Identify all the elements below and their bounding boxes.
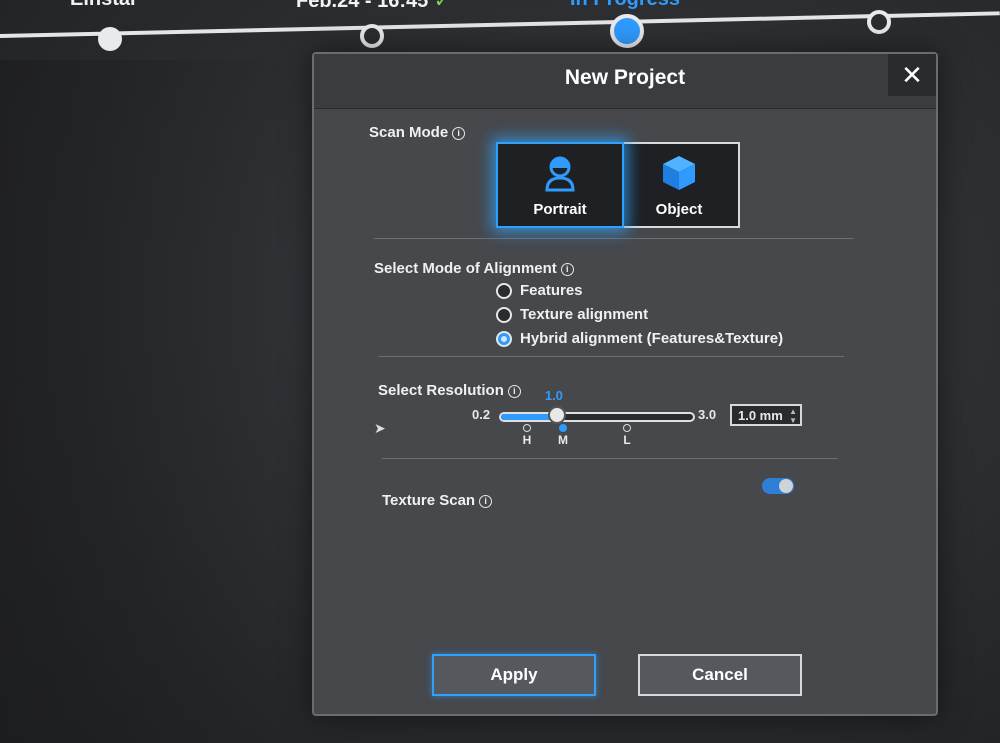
object-label: Object	[655, 201, 703, 218]
toggle-knob	[779, 479, 793, 493]
preset-m[interactable]: M	[556, 424, 570, 447]
slider-min-label: 0.2	[472, 407, 491, 422]
mouse-cursor-icon: ➤	[374, 420, 386, 436]
divider	[378, 356, 844, 357]
progress-steps: Einstar Feb.24 - 16:45 ✓ In Progress	[0, 0, 1000, 60]
radio-button-selected[interactable]	[496, 330, 512, 347]
slider-track[interactable]	[499, 412, 695, 422]
radio-texture-alignment[interactable]: Texture alignment	[496, 306, 648, 323]
slider-thumb[interactable]	[547, 406, 566, 424]
portrait-icon	[543, 154, 577, 196]
texture-scan-toggle[interactable]	[762, 478, 794, 494]
step-dot-4[interactable]	[867, 10, 891, 34]
radio-label: Features	[520, 282, 583, 299]
divider	[374, 238, 854, 239]
preset-h[interactable]: H	[520, 424, 534, 447]
resolution-input[interactable]: 1.0 mm ▲ ▼	[730, 404, 802, 426]
step-label-date: Feb.24 - 16:45 ✓	[296, 0, 451, 13]
step-dot-current[interactable]	[610, 14, 644, 48]
check-icon: ✓	[433, 0, 451, 12]
scan-mode-object-button[interactable]: Object	[620, 142, 740, 228]
radio-button[interactable]	[496, 282, 512, 299]
stepper-arrows-icon[interactable]: ▲ ▼	[789, 407, 797, 425]
radio-features[interactable]: Features	[496, 282, 583, 299]
apply-button[interactable]: Apply	[432, 654, 596, 696]
step-dot-1[interactable]	[98, 27, 122, 51]
step-label-progress: In Progress	[570, 0, 680, 11]
cancel-button[interactable]: Cancel	[638, 654, 802, 696]
new-project-dialog: New Project ✕ Scan Mode i Portrait Object…	[312, 52, 938, 716]
radio-button[interactable]	[496, 306, 512, 323]
divider	[382, 458, 838, 459]
info-icon[interactable]: i	[452, 126, 466, 140]
progress-line	[0, 11, 1000, 38]
preset-l[interactable]: L	[620, 424, 634, 447]
cube-icon	[661, 154, 697, 196]
info-icon[interactable]: i	[560, 262, 574, 276]
slider-max-label: 3.0	[698, 407, 717, 422]
radio-label: Hybrid alignment (Features&Texture)	[520, 330, 784, 347]
background-shade	[0, 60, 300, 743]
radio-label: Texture alignment	[520, 306, 649, 323]
close-button[interactable]: ✕	[888, 54, 936, 96]
scan-mode-portrait-button[interactable]: Portrait	[496, 142, 624, 228]
dialog-title: New Project	[564, 66, 686, 89]
slider-current-value: 1.0	[544, 388, 563, 403]
portrait-label: Portrait	[533, 201, 587, 218]
close-icon: ✕	[901, 59, 923, 90]
alignment-label: Select Mode of Alignment i	[374, 260, 574, 277]
step-dot-2[interactable]	[360, 24, 384, 48]
scan-mode-label: Scan Mode i	[369, 124, 466, 141]
info-icon[interactable]: i	[479, 494, 493, 508]
texture-scan-label: Texture Scan i	[382, 492, 493, 509]
step-label-brand: Einstar	[70, 0, 138, 11]
resolution-input-value: 1.0 mm	[738, 407, 783, 423]
radio-hybrid-alignment[interactable]: Hybrid alignment (Features&Texture)	[496, 330, 783, 347]
dialog-titlebar: New Project ✕	[314, 54, 936, 109]
